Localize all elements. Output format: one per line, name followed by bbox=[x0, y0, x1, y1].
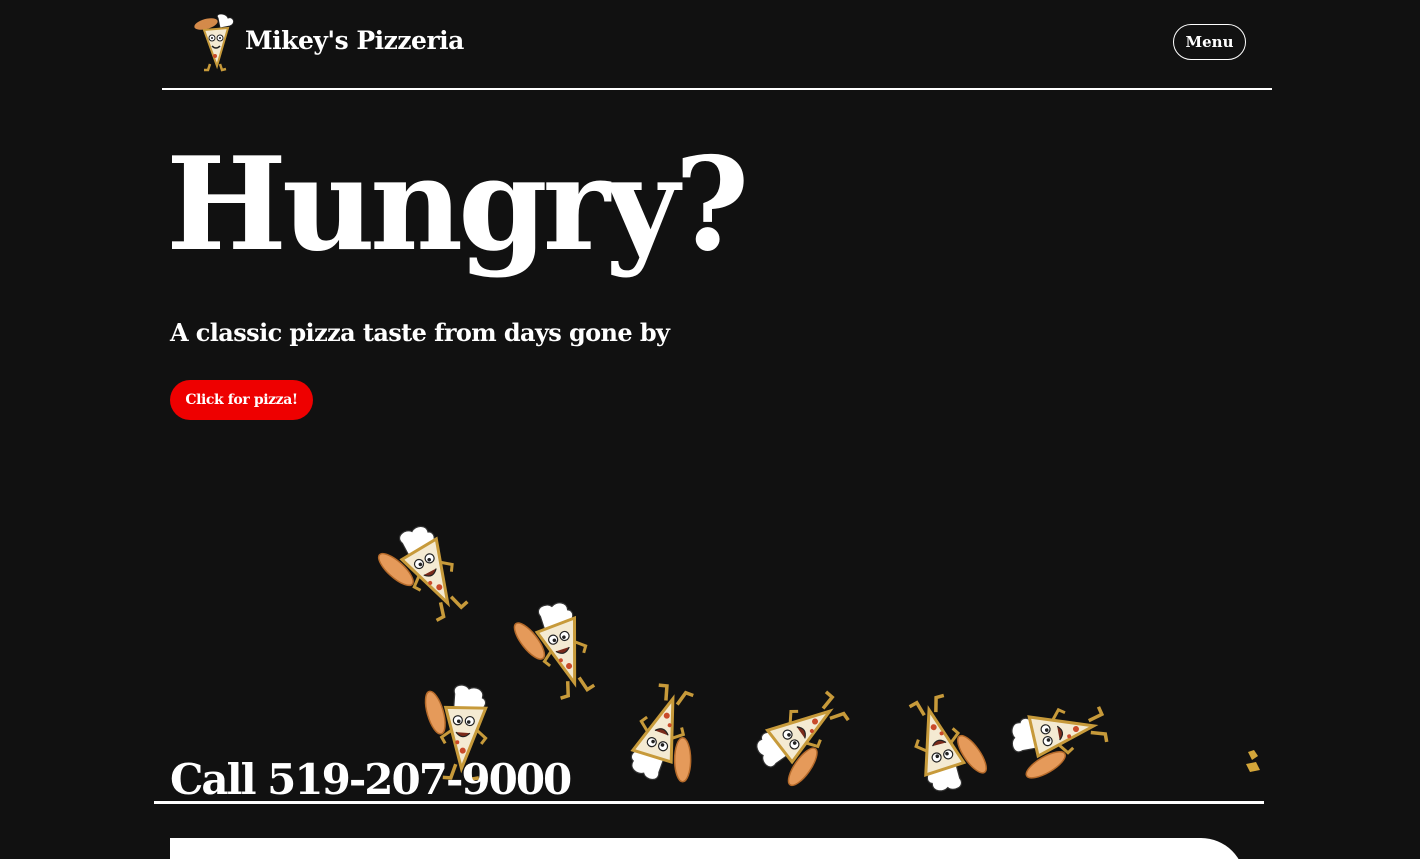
hero-subtitle: A classic pizza taste from days gone by bbox=[170, 318, 670, 347]
pizza-mascot-icon bbox=[747, 685, 866, 798]
call-phone-link[interactable]: Call 519-207-9000 bbox=[170, 756, 572, 803]
pizza-mascot-icon bbox=[367, 517, 474, 635]
pizza-mascot-icon bbox=[504, 595, 601, 709]
brand-name[interactable]: Mikey's Pizzeria bbox=[245, 26, 464, 55]
page: Mikey's Pizzeria Menu Hungry? A classic … bbox=[0, 0, 1420, 859]
site-header: Mikey's Pizzeria Menu bbox=[162, 0, 1272, 90]
pizza-mascot-icon bbox=[1246, 750, 1260, 772]
click-for-pizza-button[interactable]: Click for pizza! bbox=[170, 380, 313, 420]
menu-button[interactable]: Menu bbox=[1173, 24, 1246, 60]
pizza-slice-mascot-icon[interactable] bbox=[190, 14, 236, 72]
pizza-mascot-icon bbox=[621, 680, 721, 795]
pizza-mascot-icon bbox=[1006, 700, 1114, 787]
content-card bbox=[170, 838, 1245, 859]
section-divider bbox=[154, 801, 1264, 804]
pizza-mascot-icon bbox=[903, 686, 996, 798]
hero-title: Hungry? bbox=[166, 130, 749, 280]
